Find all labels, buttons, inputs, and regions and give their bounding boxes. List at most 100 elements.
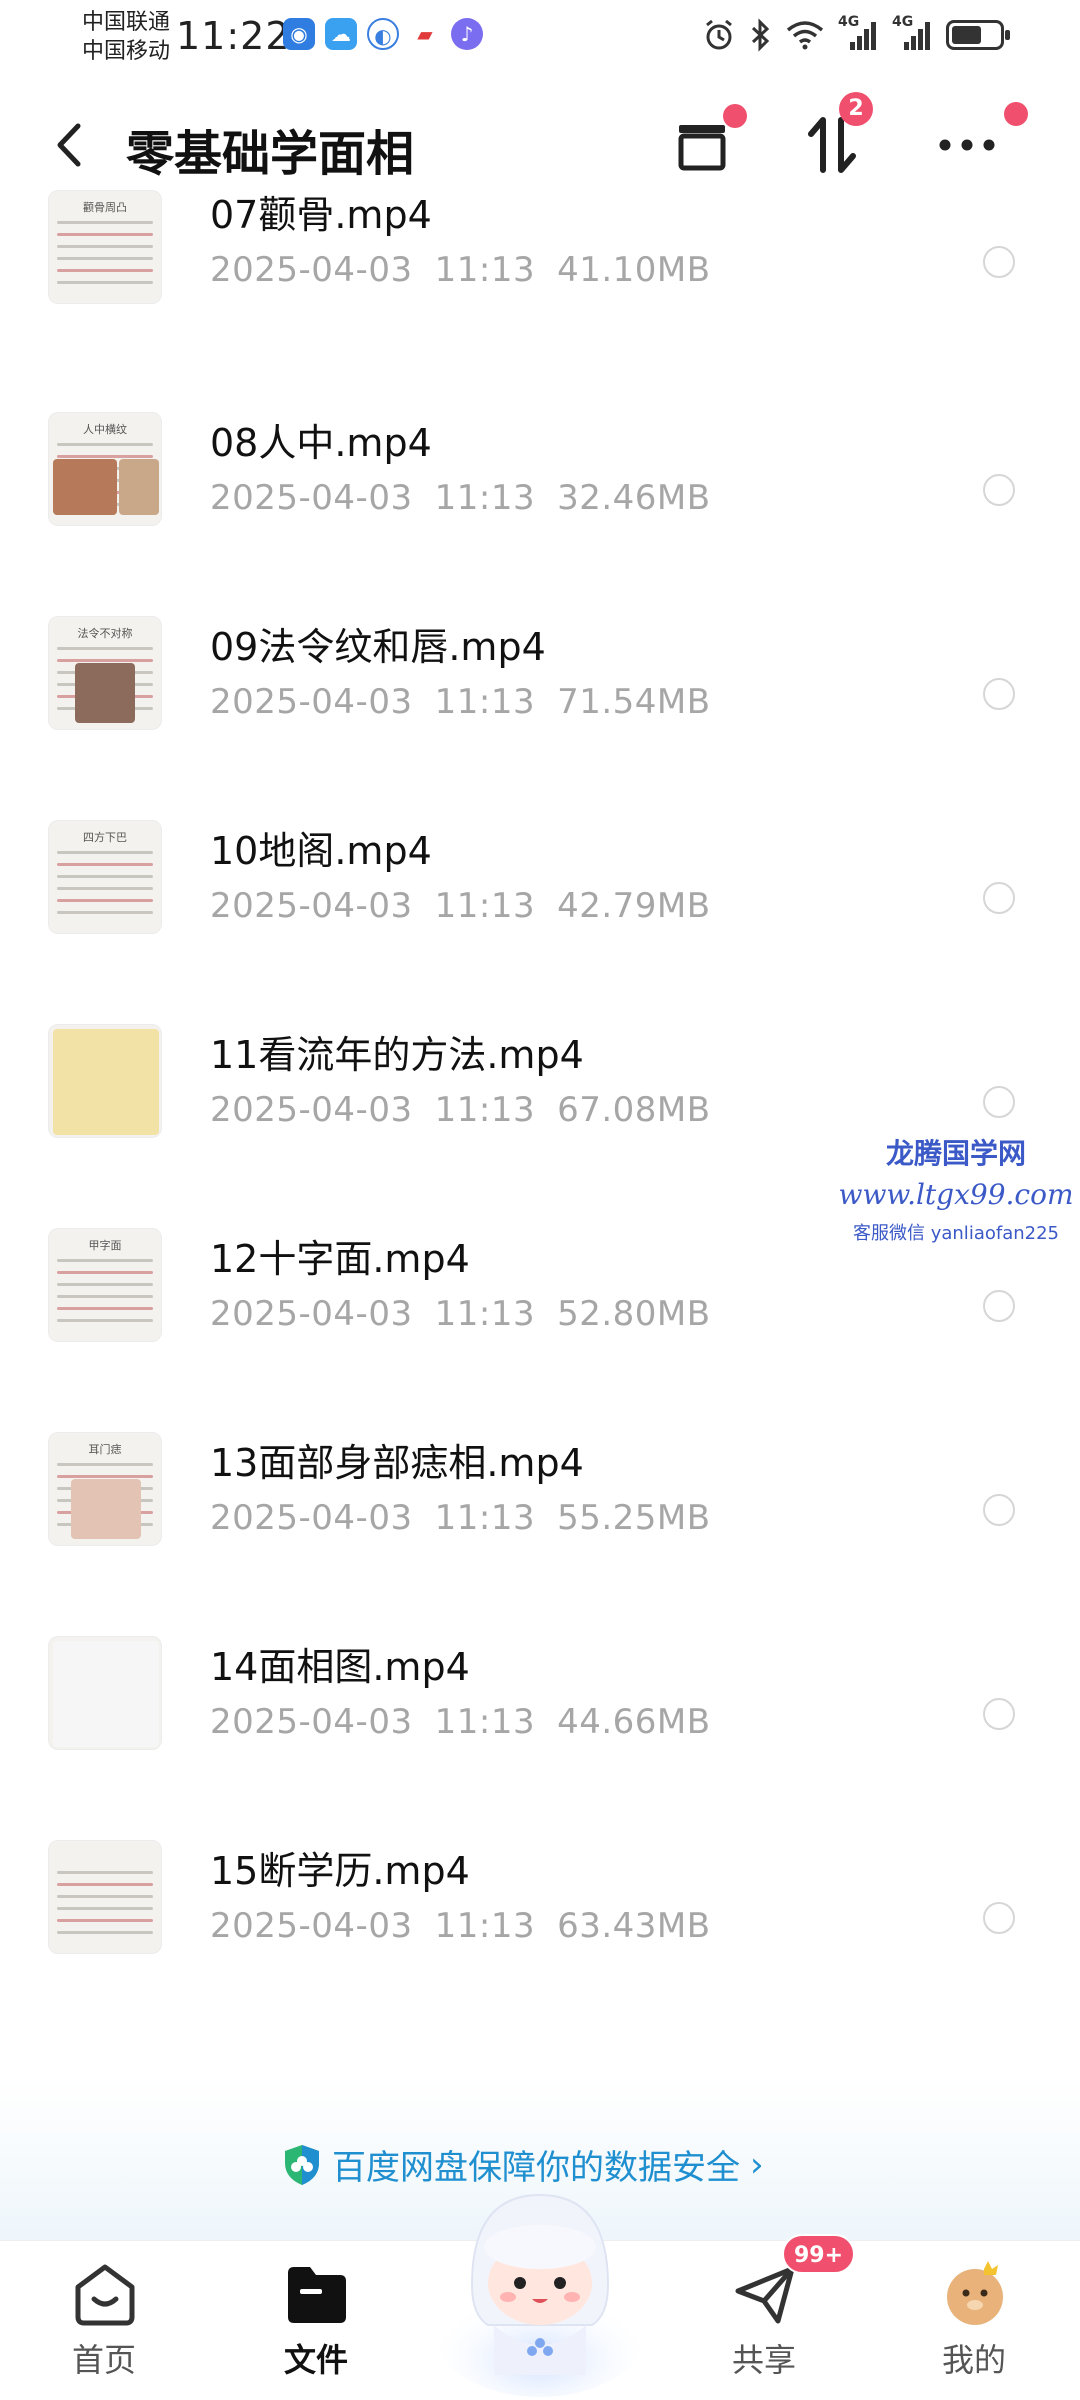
thumbnail-text-line (57, 1919, 153, 1922)
nav-bar: 零基础学面相 2 (0, 80, 1080, 210)
more-options-button[interactable] (930, 102, 1028, 182)
folder-icon (288, 2267, 346, 2323)
file-date: 2025-04-03 (210, 886, 413, 926)
file-name: 07颧骨.mp4 (210, 193, 432, 237)
archive-button[interactable] (665, 104, 747, 182)
sort-transfer-button[interactable]: 2 (795, 92, 873, 182)
thumbnail-text-line (57, 1463, 153, 1466)
file-time: 11:13 (434, 886, 536, 926)
file-meta: 2025-04-03 11:13 32.46MB (210, 478, 711, 518)
file-size: 67.08MB (557, 1090, 711, 1130)
status-time: 11:22 (176, 14, 291, 58)
select-checkbox[interactable] (983, 678, 1015, 710)
file-row[interactable]: 人中横纹 08人中.mp4 2025-04-03 11:13 32.46MB (0, 404, 1080, 608)
video-thumbnail (48, 1840, 162, 1954)
transfer-count-badge: 2 (839, 92, 873, 126)
file-time: 11:13 (434, 1498, 536, 1538)
file-date: 2025-04-03 (210, 1090, 413, 1130)
thumbnail-text-line (57, 851, 153, 854)
file-meta: 2025-04-03 11:13 55.25MB (210, 1498, 711, 1538)
system-icons: 4G 4G (702, 14, 1010, 52)
file-name: 11看流年的方法.mp4 (210, 1033, 584, 1077)
thumbnail-text-line (57, 875, 153, 878)
select-checkbox[interactable] (983, 246, 1015, 278)
archive-notification-dot (723, 104, 747, 128)
file-row[interactable]: 颧骨周凸 07颧骨.mp4 2025-04-03 11:13 41.10MB (0, 190, 1080, 404)
mascot-assistant-button[interactable] (432, 2165, 648, 2400)
select-checkbox[interactable] (983, 1086, 1015, 1118)
file-name: 15断学历.mp4 (210, 1849, 470, 1893)
shield-cloud-icon (285, 2144, 319, 2185)
file-name: 10地阁.mp4 (210, 829, 432, 873)
thumbnail-text-line (57, 233, 153, 236)
tab-files[interactable]: 文件 (246, 2241, 386, 2400)
thumbnail-text-line (57, 1475, 153, 1478)
file-size: 63.43MB (557, 1906, 711, 1946)
watermark-url: www.ltgx99.com (838, 1178, 1074, 1211)
file-date: 2025-04-03 (210, 1702, 413, 1742)
select-checkbox[interactable] (983, 1290, 1015, 1322)
more-notification-dot (1004, 102, 1028, 126)
thumbnail-image (119, 459, 159, 515)
music-app-icon: ♪ (451, 18, 483, 50)
network-type-2: 4G (892, 14, 914, 30)
back-arrow-icon[interactable] (50, 120, 90, 170)
tab-profile[interactable]: 我的 (904, 2241, 1044, 2400)
file-row[interactable]: 15断学历.mp4 2025-04-03 11:13 63.43MB (0, 1832, 1080, 2036)
thumbnail-text-line (57, 1883, 153, 1886)
thumbnail-text-line (57, 1259, 153, 1262)
file-meta: 2025-04-03 11:13 42.79MB (210, 886, 711, 926)
status-bar: 中国联通 中国移动 11:22 ◉ ☁ ◐ ▰ ♪ 4G 4G (0, 0, 1080, 75)
book-app-icon: ▰ (409, 18, 441, 50)
browser-app-icon: ◐ (367, 18, 399, 50)
file-date: 2025-04-03 (210, 682, 413, 722)
chevron-right-icon: › (750, 2144, 764, 2185)
tab-files-label: 文件 (283, 2341, 348, 2379)
thumbnail-text-line (57, 443, 153, 446)
file-size: 52.80MB (557, 1294, 711, 1334)
thumbnail-caption: 颧骨周凸 (83, 201, 127, 214)
alarm-icon (706, 19, 732, 50)
thumbnail-image (53, 1029, 159, 1135)
tab-profile-label: 我的 (941, 2341, 1006, 2379)
file-time: 11:13 (434, 1294, 536, 1334)
thumbnail-text-line (57, 1307, 153, 1310)
file-date: 2025-04-03 (210, 1294, 413, 1334)
thumbnail-text-line (57, 281, 153, 284)
wifi-icon (786, 21, 824, 50)
file-size: 71.54MB (557, 682, 711, 722)
shield-app-icon: ◉ (283, 18, 315, 50)
carrier-1: 中国联通 (82, 10, 171, 35)
file-name: 08人中.mp4 (210, 421, 432, 465)
share-count-badge: 99+ (782, 2234, 856, 2274)
profile-avatar-icon (947, 2261, 1003, 2325)
tab-home-label: 首页 (71, 2341, 136, 2379)
select-checkbox[interactable] (983, 1698, 1015, 1730)
file-size: 42.79MB (557, 886, 711, 926)
thumbnail-image (53, 1641, 159, 1747)
signal-2-icon: 4G (892, 14, 932, 52)
network-type-1: 4G (838, 14, 860, 30)
select-checkbox[interactable] (983, 882, 1015, 914)
file-name: 09法令纹和唇.mp4 (210, 625, 546, 669)
thumbnail-text-line (57, 245, 153, 248)
page-title: 零基础学面相 (126, 126, 415, 182)
file-row[interactable]: 四方下巴 10地阁.mp4 2025-04-03 11:13 42.79MB (0, 812, 1080, 1016)
file-row[interactable]: 耳门痣 13面部身部痣相.mp4 2025-04-03 11:13 55.25MB (0, 1424, 1080, 1628)
file-time: 11:13 (434, 1906, 536, 1946)
file-row[interactable]: 14面相图.mp4 2025-04-03 11:13 44.66MB (0, 1628, 1080, 1832)
thumbnail-caption: 耳门痣 (88, 1443, 122, 1456)
file-date: 2025-04-03 (210, 1906, 413, 1946)
select-checkbox[interactable] (983, 474, 1015, 506)
video-thumbnail: 法令不对称 (48, 616, 162, 730)
select-checkbox[interactable] (983, 1494, 1015, 1526)
file-name: 14面相图.mp4 (210, 1645, 470, 1689)
file-time: 11:13 (434, 1090, 536, 1130)
carrier-info: 中国联通 中国移动 (82, 8, 170, 66)
file-row[interactable]: 甲字面 12十字面.mp4 2025-04-03 11:13 52.80MB (0, 1220, 1080, 1424)
tab-home[interactable]: 首页 (34, 2241, 174, 2400)
file-row[interactable]: 法令不对称 09法令纹和唇.mp4 2025-04-03 11:13 71.54MB (0, 608, 1080, 812)
select-checkbox[interactable] (983, 1902, 1015, 1934)
file-date: 2025-04-03 (210, 1498, 413, 1538)
video-thumbnail (48, 1024, 162, 1138)
